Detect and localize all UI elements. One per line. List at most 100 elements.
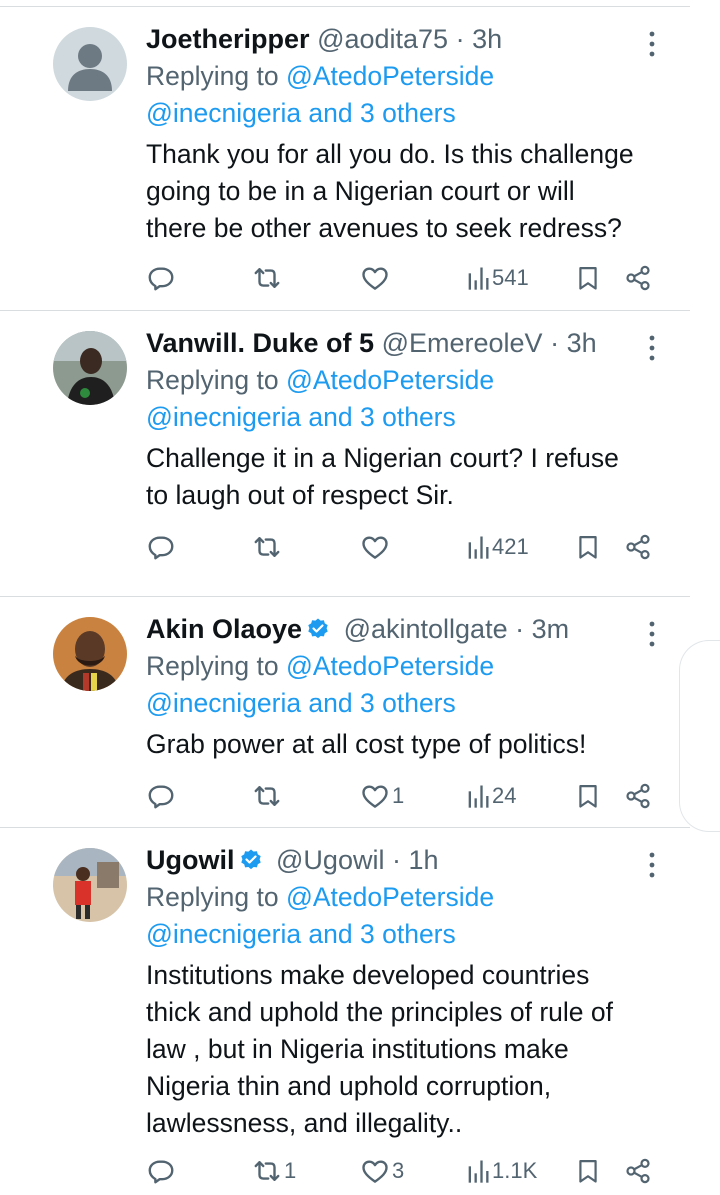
views-icon	[466, 264, 490, 292]
timestamp[interactable]: 3h	[472, 24, 502, 54]
replying-to-mention[interactable]: @AtedoPeterside	[286, 61, 494, 91]
retweet-icon	[252, 263, 282, 293]
timestamp[interactable]: 1h	[408, 845, 438, 875]
timestamp[interactable]: 3h	[567, 328, 597, 358]
like-count: 3	[392, 1158, 405, 1183]
heart-icon	[360, 1156, 390, 1186]
reply-icon	[146, 781, 176, 811]
more-icon[interactable]	[640, 850, 664, 880]
display-name[interactable]: Joetheripper	[146, 24, 310, 54]
replying-to-line: Replying to @AtedoPeterside @inecnigeria…	[146, 648, 664, 722]
tweet-content: Joetheripper @aodita75 · 3h Replying to …	[146, 21, 664, 247]
bookmark-button[interactable]	[574, 778, 602, 814]
share-button[interactable]	[624, 260, 652, 296]
share-icon	[624, 532, 652, 562]
replying-prefix: Replying to	[146, 882, 279, 912]
tweet-text: Thank you for all you do. Is this challe…	[146, 136, 664, 247]
tweet-text-line: Thank you for all you do. Is this challe…	[146, 139, 634, 169]
views-count: 1.1K	[492, 1158, 538, 1183]
reply-tweet[interactable]: Joetheripper @aodita75 · 3h Replying to …	[0, 7, 690, 311]
tweet-header: Vanwill. Duke of 5 @EmereoleV · 3h	[146, 325, 664, 361]
share-button[interactable]	[624, 529, 652, 565]
tweet-text-line: lawlessness, and illegality..	[146, 1108, 463, 1138]
tweet-text-line: Institutions make developed countries	[146, 960, 590, 990]
like-button[interactable]	[360, 529, 392, 565]
more-icon[interactable]	[640, 619, 664, 649]
bookmark-button[interactable]	[574, 260, 602, 296]
tweet-actions: 421	[146, 529, 666, 565]
tweet-text-line: thick and uphold the principles of rule …	[146, 997, 613, 1027]
user-handle[interactable]: @akintollgate	[344, 614, 508, 644]
more-icon[interactable]	[640, 333, 664, 363]
user-handle[interactable]: @aodita75	[317, 24, 448, 54]
share-button[interactable]	[624, 1153, 652, 1189]
views-icon	[466, 1157, 490, 1185]
retweet-icon	[252, 532, 282, 562]
views-button[interactable]: 541	[466, 260, 529, 296]
separator-dot: ·	[391, 845, 401, 875]
replying-prefix: Replying to	[146, 61, 279, 91]
user-handle[interactable]: @EmereoleV	[382, 328, 543, 358]
tweet-text-line: Challenge it in a Nigerian court? I refu…	[146, 443, 619, 473]
bookmark-button[interactable]	[574, 529, 602, 565]
replying-to-mention[interactable]: @AtedoPeterside	[286, 882, 494, 912]
tweet-header: Ugowil @Ugowil · 1h	[146, 842, 664, 878]
user-avatar[interactable]	[53, 331, 127, 405]
like-button[interactable]: 1	[360, 778, 404, 814]
reply-icon	[146, 263, 176, 293]
more-icon[interactable]	[640, 29, 664, 59]
timestamp[interactable]: 3m	[532, 614, 570, 644]
reply-button[interactable]	[146, 1153, 178, 1189]
replying-to-others[interactable]: @inecnigeria and 3 others	[146, 688, 456, 718]
share-icon	[624, 263, 652, 293]
tweet-text-line: going to be in a Nigerian court or will	[146, 176, 575, 206]
tweet-actions: 1 24	[146, 778, 666, 814]
separator-dot: ·	[455, 24, 465, 54]
reply-tweet[interactable]: Vanwill. Duke of 5 @EmereoleV · 3h Reply…	[0, 311, 690, 597]
user-avatar[interactable]	[53, 848, 127, 922]
tweet-content: Ugowil @Ugowil · 1h Replying to @AtedoPe…	[146, 842, 664, 1142]
reply-button[interactable]	[146, 529, 178, 565]
retweet-button[interactable]: 1	[252, 1153, 296, 1189]
replying-to-others[interactable]: @inecnigeria and 3 others	[146, 402, 456, 432]
side-panel-edge[interactable]	[679, 640, 720, 832]
replying-to-mention[interactable]: @AtedoPeterside	[286, 651, 494, 681]
tweet-text-line: law , but in Nigeria institutions make	[146, 1034, 569, 1064]
heart-icon	[360, 263, 390, 293]
bookmark-icon	[574, 781, 602, 811]
display-name[interactable]: Akin Olaoye	[146, 614, 302, 644]
replying-to-others[interactable]: @inecnigeria and 3 others	[146, 919, 456, 949]
display-name[interactable]: Ugowil	[146, 845, 235, 875]
replying-to-others[interactable]: @inecnigeria and 3 others	[146, 98, 456, 128]
retweet-button[interactable]	[252, 778, 284, 814]
display-name[interactable]: Vanwill. Duke of 5	[146, 328, 374, 358]
views-button[interactable]: 421	[466, 529, 529, 565]
reply-tweet[interactable]: Akin Olaoye @akintollgate · 3m Replying …	[0, 597, 690, 828]
retweet-count: 1	[284, 1158, 297, 1183]
tweet-text: Grab power at all cost type of politics!	[146, 726, 664, 763]
reply-button[interactable]	[146, 260, 178, 296]
user-avatar[interactable]	[53, 617, 127, 691]
reply-button[interactable]	[146, 778, 178, 814]
tweet-content: Vanwill. Duke of 5 @EmereoleV · 3h Reply…	[146, 325, 664, 514]
share-button[interactable]	[624, 778, 652, 814]
like-button[interactable]	[360, 260, 392, 296]
like-count: 1	[392, 783, 405, 808]
reply-tweet[interactable]: Ugowil @Ugowil · 1h Replying to @AtedoPe…	[0, 828, 690, 1195]
verified-badge-icon	[306, 614, 330, 650]
tweet-text-line: Nigeria thin and uphold corruption,	[146, 1071, 552, 1101]
replying-to-mention[interactable]: @AtedoPeterside	[286, 365, 494, 395]
user-handle[interactable]: @Ugowil	[276, 845, 384, 875]
views-button[interactable]: 24	[466, 778, 516, 814]
heart-icon	[360, 781, 390, 811]
default-avatar-icon[interactable]	[53, 27, 127, 101]
retweet-button[interactable]	[252, 260, 284, 296]
replying-to-line: Replying to @AtedoPeterside @inecnigeria…	[146, 879, 664, 953]
views-count: 421	[492, 534, 529, 559]
retweet-button[interactable]	[252, 529, 284, 565]
reply-icon	[146, 532, 176, 562]
like-button[interactable]: 3	[360, 1153, 404, 1189]
views-count: 541	[492, 265, 529, 290]
views-button[interactable]: 1.1K	[466, 1153, 537, 1189]
bookmark-button[interactable]	[574, 1153, 602, 1189]
